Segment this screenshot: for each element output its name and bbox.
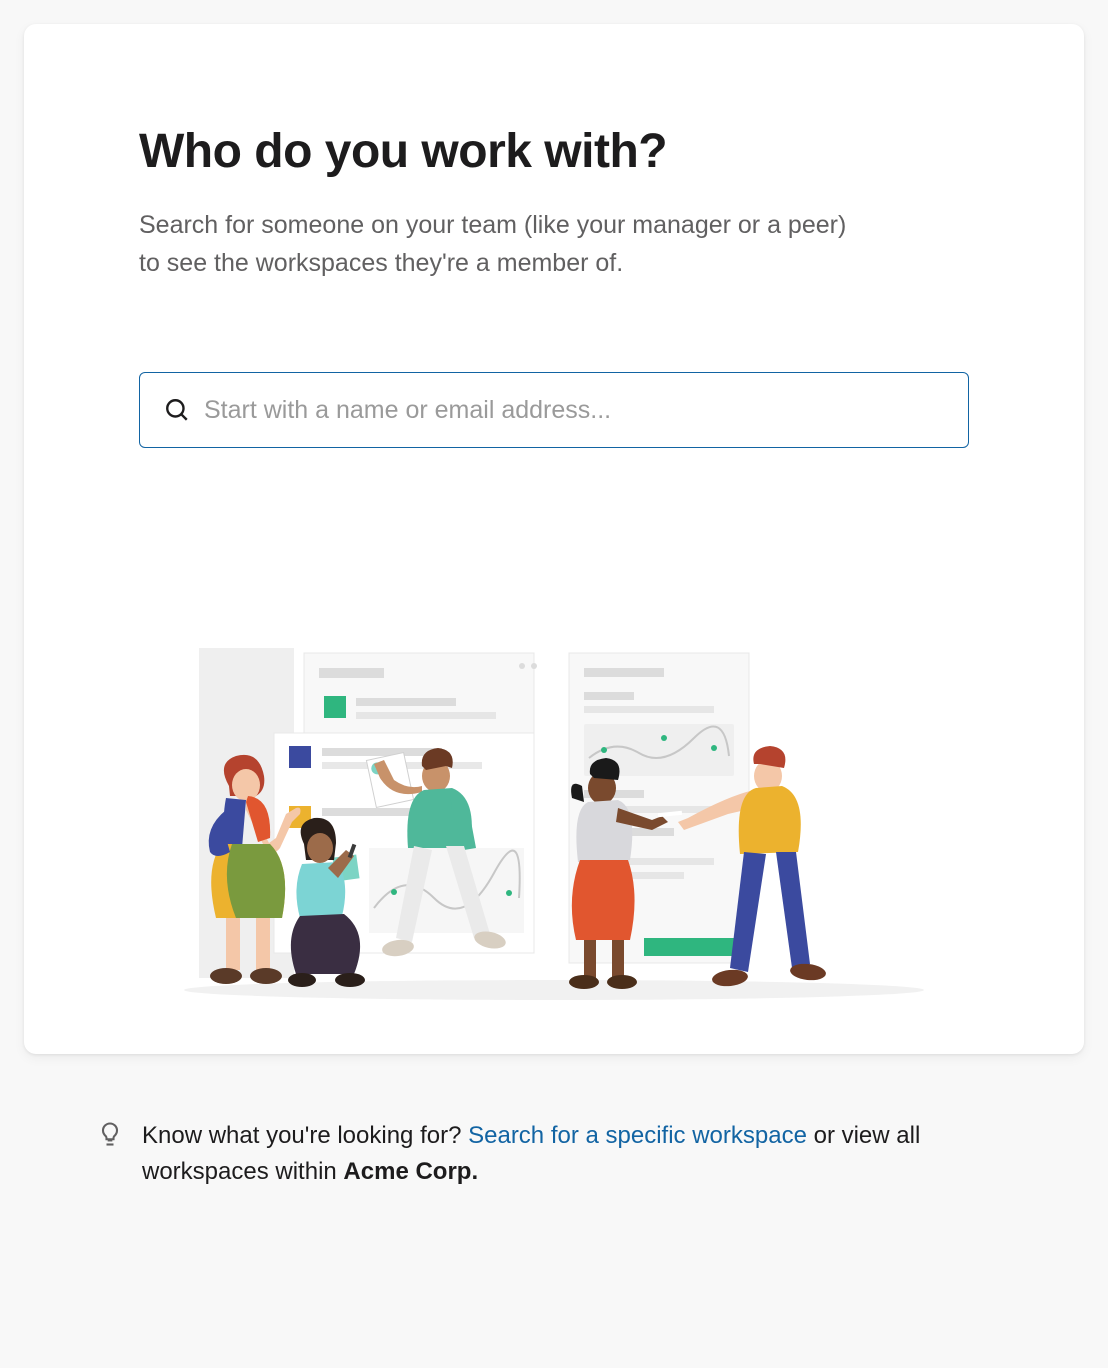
tip-prefix: Know what you're looking for?: [142, 1122, 468, 1149]
search-field-wrapper[interactable]: [139, 372, 969, 448]
page-subtitle: Search for someone on your team (like yo…: [139, 207, 859, 282]
tip-row: Know what you're looking for? Search for…: [24, 1118, 1084, 1190]
page-title: Who do you work with?: [139, 124, 969, 179]
tip-text: Know what you're looking for? Search for…: [142, 1118, 1012, 1190]
org-name: Acme Corp.: [343, 1158, 478, 1185]
team-illustration: [174, 638, 934, 1008]
search-icon: [164, 397, 190, 423]
search-workspace-link[interactable]: Search for a specific workspace: [468, 1122, 807, 1149]
search-input[interactable]: [204, 373, 944, 447]
main-card: Who do you work with? Search for someone…: [24, 24, 1084, 1054]
lightbulb-icon: [96, 1120, 124, 1148]
